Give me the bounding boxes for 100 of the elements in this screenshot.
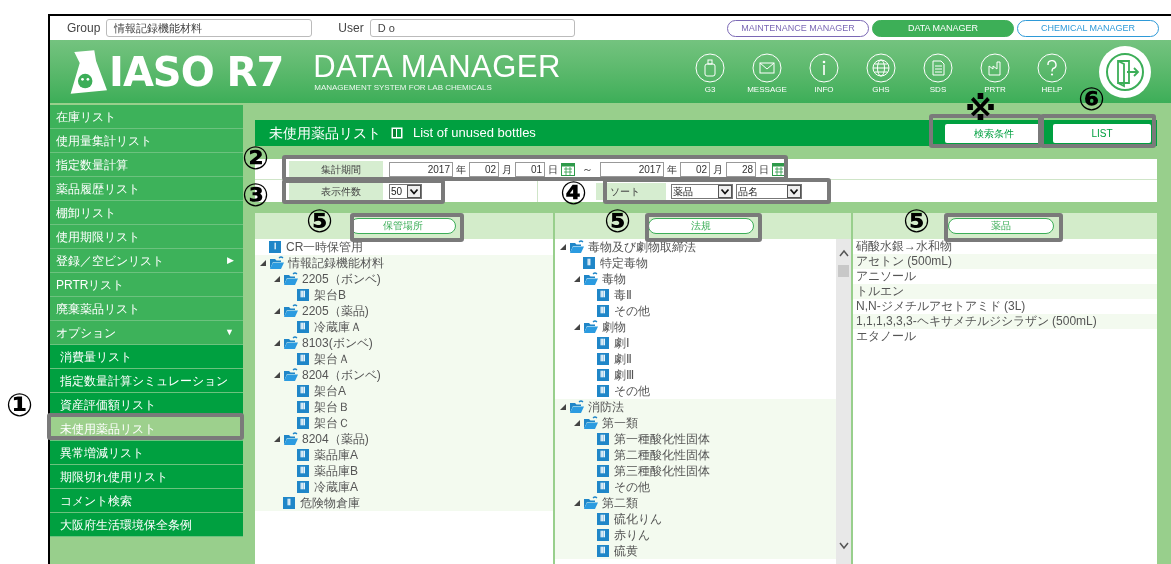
tree-item[interactable]: 冷蔵庫Ａ (314, 318, 362, 336)
toolbar-button[interactable]: LIST (1053, 123, 1151, 143)
arrow-icon: ▼ (225, 325, 234, 340)
app-tab[interactable]: MAINTENANCE MANAGER (727, 19, 869, 37)
sort-select[interactable]: 品名 (736, 183, 802, 199)
app-subtitle: MANAGEMENT SYSTEM FOR LAB CHEMICALS (314, 82, 493, 93)
tree-item[interactable]: 毒物 (602, 270, 626, 288)
month-field[interactable]: 02 (469, 161, 499, 177)
folder-icon (283, 304, 299, 318)
folder-icon (269, 256, 285, 270)
day-field[interactable]: 01 (515, 161, 545, 177)
tree-item[interactable]: 第二類 (602, 494, 638, 512)
level-badge: Ⅲ (297, 481, 309, 493)
tree-item[interactable]: その他 (614, 382, 650, 400)
document-icon (923, 52, 953, 83)
app-title: DATA MANAGER (313, 50, 561, 83)
user-field[interactable]: D o (369, 19, 575, 37)
folder-icon (583, 320, 599, 334)
level-badge: Ⅲ (597, 385, 609, 397)
tree-item[interactable]: 8204（ボンベ) (302, 366, 381, 384)
help-icon (1037, 52, 1067, 83)
level-badge: Ⅲ (297, 289, 309, 301)
tree-item[interactable]: 硫化りん (614, 510, 662, 528)
year-field[interactable]: 2017 (389, 161, 453, 177)
tree-item[interactable]: 薬品庫B (314, 462, 358, 480)
sort-select[interactable]: 薬品 (671, 183, 733, 199)
year-unit: 年 (456, 162, 466, 177)
tree-item[interactable]: 消防法 (588, 398, 624, 416)
tree-item[interactable]: 赤りん (614, 526, 650, 544)
tree-item[interactable]: 8204（薬品) (302, 430, 369, 448)
list-item[interactable]: トルエン (853, 284, 1157, 299)
list-item[interactable]: アセトン (500mL) (853, 254, 1157, 269)
level-badge: Ⅲ (597, 353, 609, 365)
callout-number: ※ (965, 92, 997, 126)
month-field[interactable]: 02 (680, 161, 710, 177)
group-field[interactable]: 情報記録機能材料 (106, 19, 313, 37)
tree-item[interactable]: 硫黄 (614, 542, 638, 560)
tree-item[interactable]: 8103(ボンベ) (302, 334, 373, 352)
tree-item[interactable]: 架台Ａ (314, 350, 350, 368)
tree-item[interactable]: 冷蔵庫A (314, 478, 358, 496)
tree-item[interactable]: 情報記録機能材料 (288, 254, 384, 272)
mail-icon (752, 52, 782, 83)
tree-item[interactable]: 架台B (314, 286, 346, 304)
tree-item[interactable]: 特定毒物 (600, 254, 648, 272)
level-badge: Ⅲ (297, 401, 309, 413)
tree-item[interactable]: 2205（薬品) (302, 302, 369, 320)
level-badge: Ⅲ (297, 465, 309, 477)
count-select[interactable]: 50 (389, 183, 422, 199)
tree-item[interactable]: 劇Ⅱ (614, 350, 632, 368)
tree-item[interactable]: 劇Ⅰ (614, 334, 630, 352)
scrollbar[interactable] (836, 239, 851, 564)
tree-item[interactable]: 第一種酸化性固体 (614, 430, 710, 448)
folder-icon (283, 272, 299, 286)
exit-door-icon (1105, 51, 1145, 92)
month-unit: 月 (713, 162, 723, 177)
group-label: Group (67, 20, 101, 37)
globe-icon (866, 52, 896, 83)
level-badge: Ⅲ (597, 337, 609, 349)
folder-icon (283, 368, 299, 382)
tree-item[interactable]: 毒Ⅱ (614, 286, 632, 304)
day-field[interactable]: 28 (726, 161, 756, 177)
tree-item[interactable]: 架台Ｂ (314, 398, 350, 416)
logo: IASO R7 (109, 49, 284, 94)
tree-item[interactable]: 2205（ボンベ) (302, 270, 381, 288)
calendar-icon (561, 162, 575, 176)
year-field[interactable]: 2017 (600, 161, 664, 177)
scroll-up-icon (838, 249, 849, 257)
level-badge: Ⅲ (597, 545, 609, 557)
factory-icon (980, 52, 1010, 83)
dropdown-caret-icon (787, 184, 801, 198)
folder-icon (583, 416, 599, 430)
tree-item[interactable]: CR一時保管用 (286, 239, 364, 256)
folder-icon (283, 336, 299, 350)
tree-item[interactable]: 劇物 (602, 318, 626, 336)
tree-item[interactable]: 第一類 (602, 414, 638, 432)
tree-item[interactable]: その他 (614, 302, 650, 320)
list-item[interactable]: 1,1,1,3,3,3-ヘキサメチルジシラザン (500mL) (853, 314, 1157, 329)
scroll-down-icon (838, 542, 849, 550)
level-badge: Ⅲ (597, 449, 609, 461)
user-label: User (338, 20, 364, 37)
scrollbar-thumb[interactable] (838, 265, 849, 277)
tree-item[interactable]: 架台Ｃ (314, 414, 350, 432)
page-title: 未使用薬品リスト (269, 123, 381, 143)
bottle-icon (695, 52, 725, 83)
tree-item[interactable]: 毒物及び劇物取締法 (588, 239, 696, 256)
day-unit: 日 (759, 162, 769, 177)
tree-item[interactable]: 第三種酸化性固体 (614, 462, 710, 480)
book-icon (391, 127, 403, 139)
level-badge: Ⅲ (597, 433, 609, 445)
tree-item[interactable]: 架台A (314, 382, 346, 400)
level-badge: Ⅱ (283, 497, 295, 509)
tree-item[interactable]: 薬品庫A (314, 446, 358, 464)
year-unit: 年 (667, 162, 677, 177)
level-badge: Ⅲ (297, 449, 309, 461)
tree-item[interactable]: 危険物倉庫 (300, 494, 360, 512)
tree-item[interactable]: 劇Ⅲ (614, 366, 634, 384)
level-badge: Ⅲ (297, 353, 309, 365)
callout-number: ① (6, 388, 34, 422)
tree-item[interactable]: その他 (614, 478, 650, 496)
tree-item[interactable]: 第二種酸化性固体 (614, 446, 710, 464)
